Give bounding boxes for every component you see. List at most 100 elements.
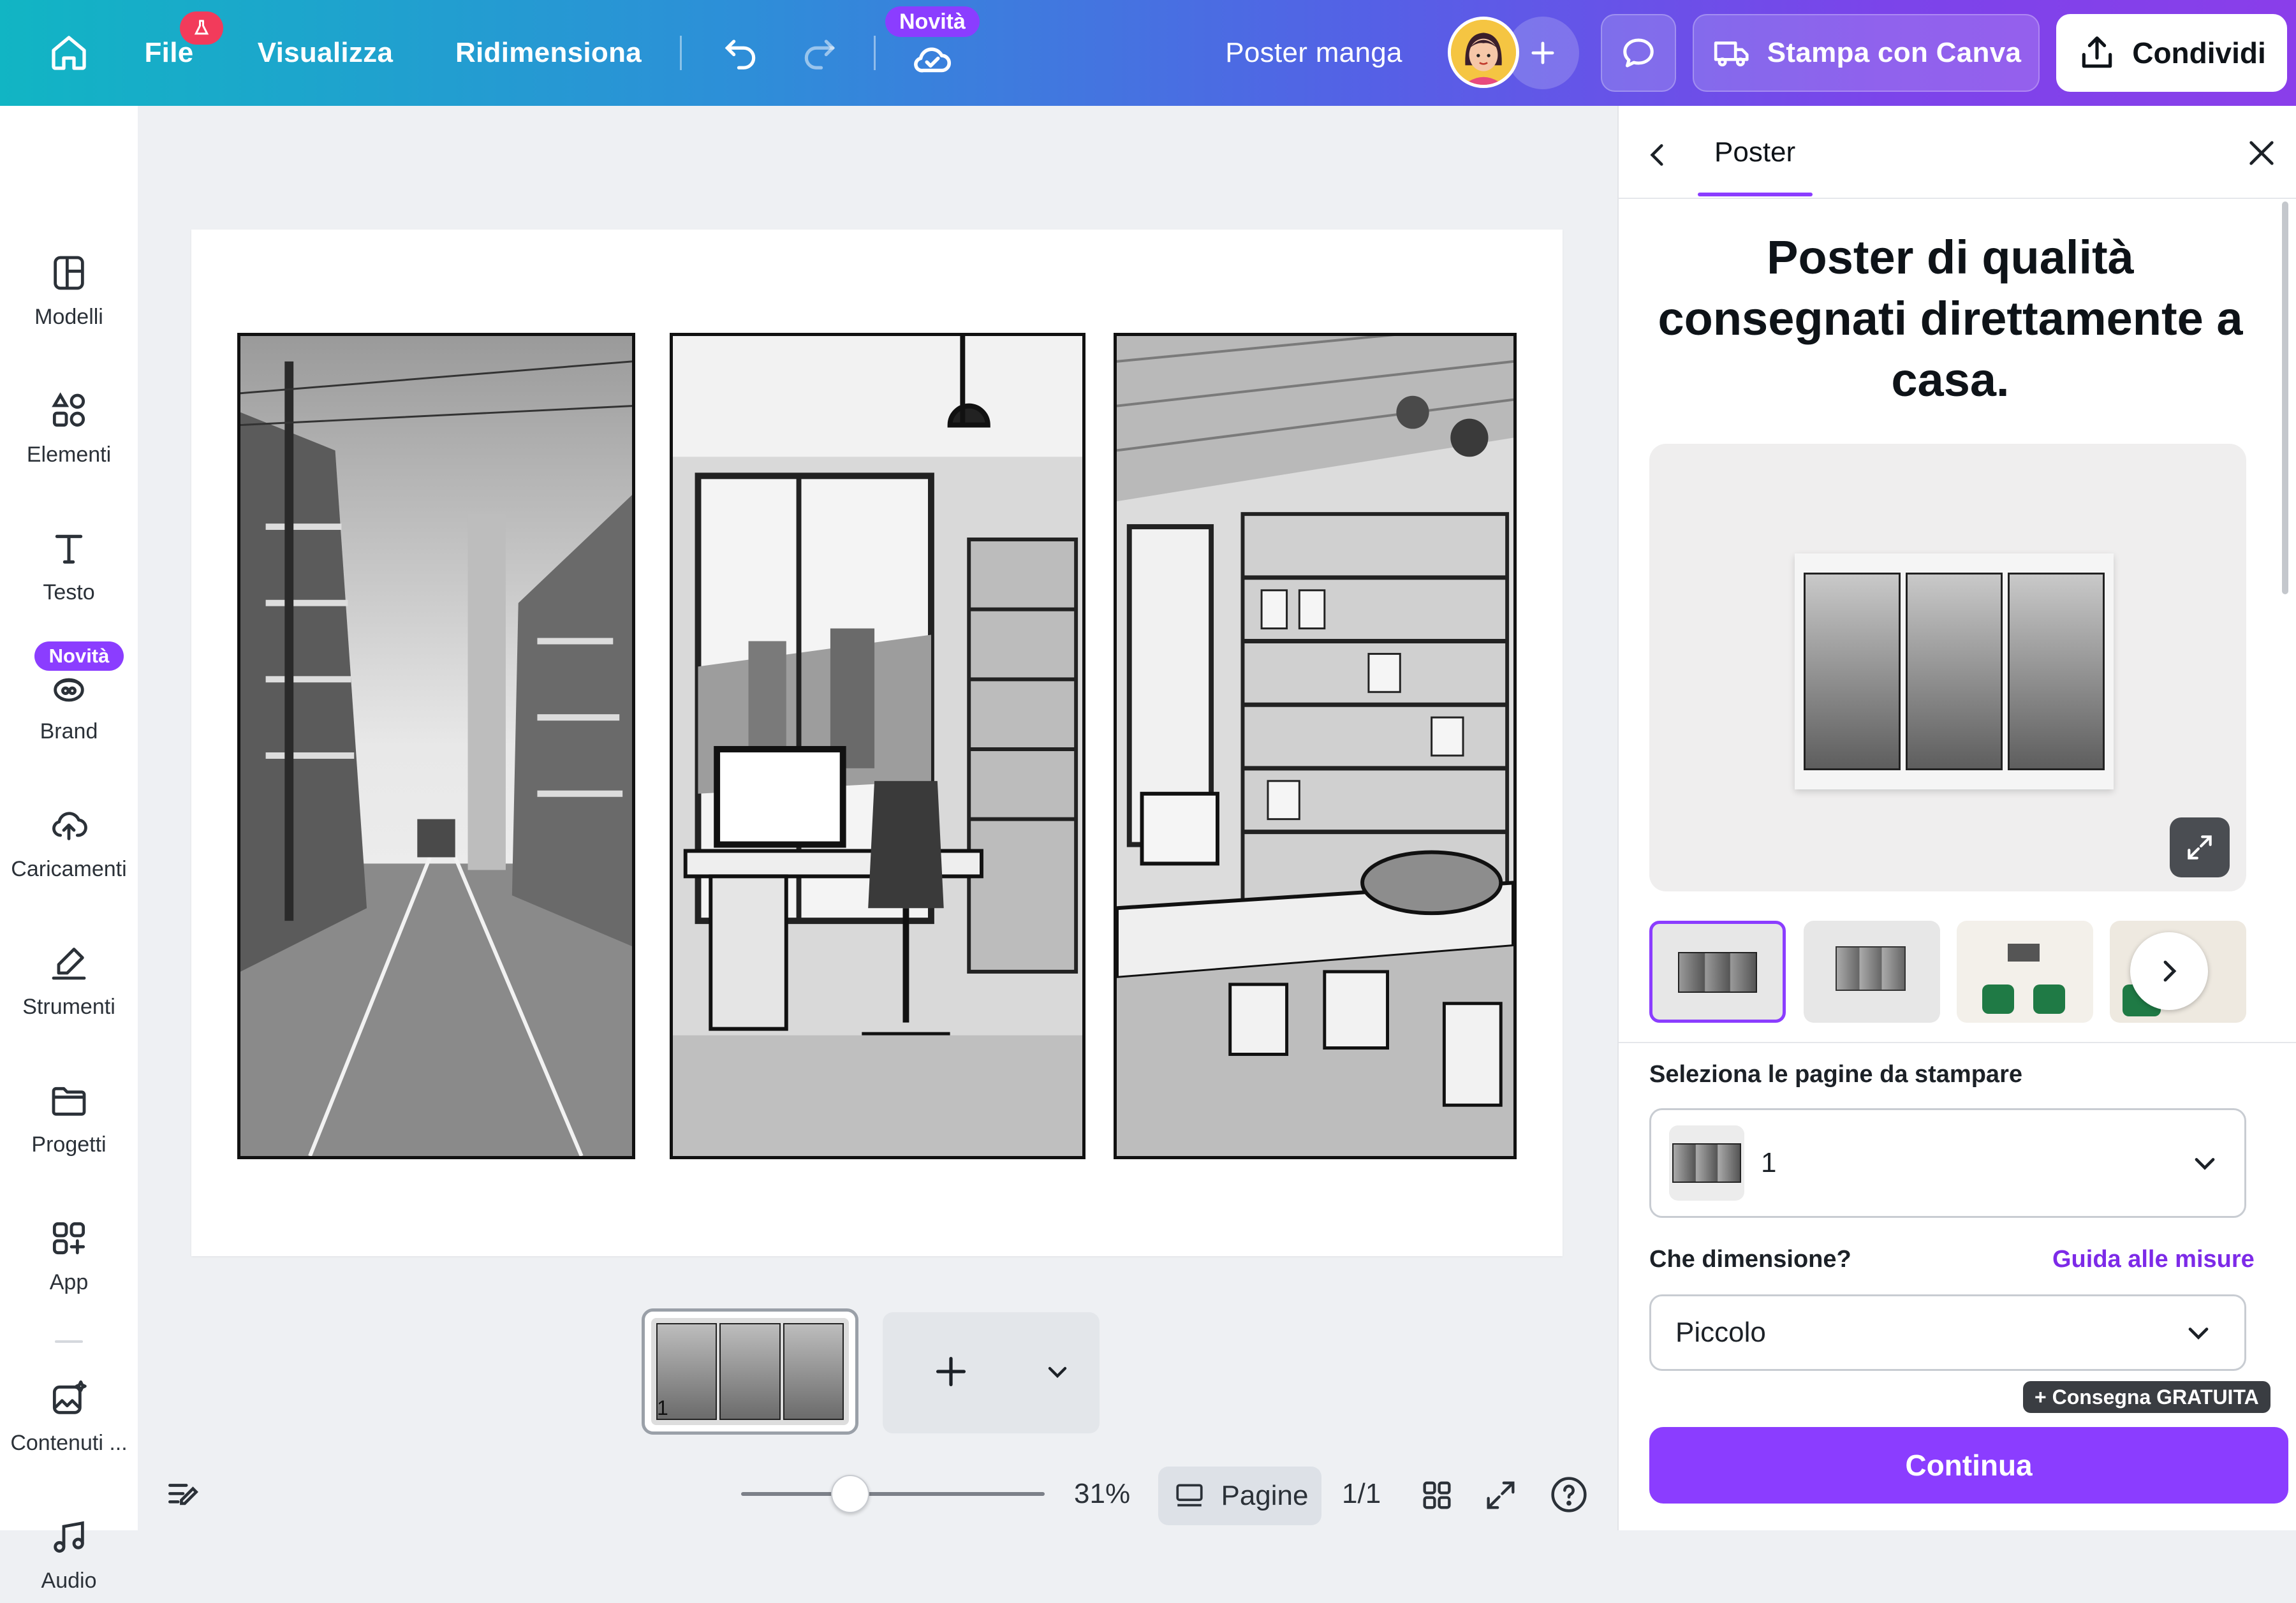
page-thumbnail[interactable] [642,1308,858,1435]
add-page-plus-icon[interactable] [929,1349,973,1394]
notes-icon[interactable] [163,1475,203,1515]
sidebar-item-label: Audio [41,1569,97,1593]
sidebar-item-label: Progetti [31,1132,107,1157]
preview-thumbnail[interactable] [1957,921,2093,1023]
chevron-down-icon [2195,1158,2215,1170]
poster-preview[interactable] [1649,444,2246,891]
close-icon[interactable] [2244,135,2279,171]
sidebar-item-label: Contenuti ... [10,1431,128,1455]
page-thumbnail-number: 1 [657,1396,668,1419]
sidebar-item-label: Elementi [26,443,112,467]
apps-grid-icon [52,1222,85,1255]
chevron-right-icon [2163,960,2177,982]
sidebar-item-elements[interactable]: Elementi [0,349,138,477]
sidebar-item-brand[interactable]: Brand [0,626,138,754]
delivery-truck-icon [1714,41,1749,67]
page-preview-thumb [1669,1125,1744,1201]
document-title-text: Poster manga [1225,37,1402,68]
office-illustration [673,336,1082,1156]
pages-select-label: Seleziona le pagine da stampare [1649,1061,2022,1088]
shop-illustration [1117,336,1513,1156]
pages-view-label: Pagine [1221,1480,1309,1511]
share-label: Condividi [2132,36,2266,70]
resize-label: Ridimensiona [455,37,642,68]
manga-panel-street[interactable] [237,333,635,1159]
tab-poster[interactable]: Poster [1714,136,1795,168]
home-icon [52,36,86,70]
tab-active-indicator [1698,193,1813,196]
print-with-canva-button[interactable]: Stampa con Canva [1693,14,2040,92]
panel-headline: Poster di qualità consegnati direttament… [1658,231,2243,406]
avatar[interactable] [1448,17,1519,88]
page-thumbnail-preview [651,1318,849,1425]
sidebar-item-label: Strumenti [22,995,115,1019]
size-select-value: Piccolo [1675,1317,1766,1348]
expand-preview-button[interactable] [2170,817,2230,877]
pages-select-value: 1 [1761,1147,1777,1178]
sidebar-item-tools[interactable]: Strumenti [0,902,138,1029]
brand-kit-icon [54,678,84,702]
back-chevron-icon[interactable] [1642,139,1674,171]
plus-icon [1531,41,1554,64]
sidebar-item-templates[interactable]: Modelli [0,212,138,339]
pages-view-button[interactable]: Pagine [1158,1467,1321,1525]
sidebar-item-audio[interactable]: Audio [0,1475,138,1603]
chevron-down-icon[interactable] [1042,1357,1073,1387]
undo-icon [725,40,756,70]
fullscreen-icon[interactable] [1482,1477,1519,1514]
left-sidebar: Modelli Elementi Testo Novità Brand Cari… [0,106,138,1593]
page-counter: 1/1 [1342,1478,1381,1509]
file-menu-label: File [144,37,194,68]
zoom-level[interactable]: 31% [1074,1478,1130,1510]
sidebar-item-text[interactable]: Testo [0,487,138,615]
sidebar-item-label: App [49,1270,89,1294]
comments-button[interactable] [1601,14,1676,92]
document-title[interactable]: Poster manga [1199,13,1429,93]
toolbar-divider [680,36,682,70]
continue-button[interactable]: Continua [1649,1427,2288,1504]
undo-button[interactable] [712,13,769,93]
magic-image-icon [52,1380,87,1414]
help-icon[interactable] [1549,1474,1589,1515]
elements-shapes-icon [52,392,85,427]
folder-icon [52,1087,86,1116]
pen-tool-icon [52,948,86,980]
street-illustration [240,336,632,1156]
preview-thumbnail[interactable] [1649,921,1786,1023]
view-menu-label: Visualizza [257,37,394,68]
resize-button[interactable]: Ridimensiona [446,13,651,93]
size-select[interactable]: Piccolo [1649,1294,2246,1371]
sidebar-item-label: Modelli [34,305,103,329]
size-guide-link[interactable]: Guida alle misure [2052,1246,2255,1273]
share-button[interactable]: Condividi [2056,14,2287,92]
preview-thumbnail[interactable] [1804,921,1940,1023]
home-button[interactable] [32,13,106,93]
manga-panel-shop[interactable] [1114,333,1517,1159]
add-page-group [883,1312,1100,1433]
thumbnails-next-button[interactable] [2130,932,2208,1010]
view-menu[interactable]: Visualizza [249,13,402,93]
toolbar-divider [874,36,876,70]
cloud-save-button[interactable] [902,19,963,99]
sidebar-item-label: Testo [43,580,95,604]
poster-mockup [1795,553,2114,789]
redo-button[interactable] [791,13,848,93]
sidebar-item-label: Caricamenti [11,857,127,881]
print-label: Stampa con Canva [1767,37,2022,68]
sidebar-item-magic-media[interactable]: Contenuti ... [0,1338,138,1465]
panel-scrollbar[interactable] [2282,201,2288,594]
print-panel: Poster Poster di qualità consegnati dire… [1617,106,2296,1530]
sidebar-item-apps[interactable]: App [0,1177,138,1305]
grid-view-icon[interactable] [1418,1477,1455,1514]
sidebar-item-projects[interactable]: Progetti [0,1039,138,1167]
user-avatar-illustration [1451,20,1516,85]
cloud-upload-icon [52,812,87,840]
size-select-label: Che dimensione? [1649,1246,1851,1273]
pages-select[interactable]: 1 [1649,1108,2246,1218]
zoom-slider-handle[interactable] [831,1475,870,1513]
chevron-down-icon [2188,1328,2209,1340]
manga-panel-office[interactable] [670,333,1085,1159]
panel-header-divider [1619,198,2296,199]
sidebar-item-uploads[interactable]: Caricamenti [0,764,138,891]
zoom-slider-track[interactable] [741,1492,1045,1496]
